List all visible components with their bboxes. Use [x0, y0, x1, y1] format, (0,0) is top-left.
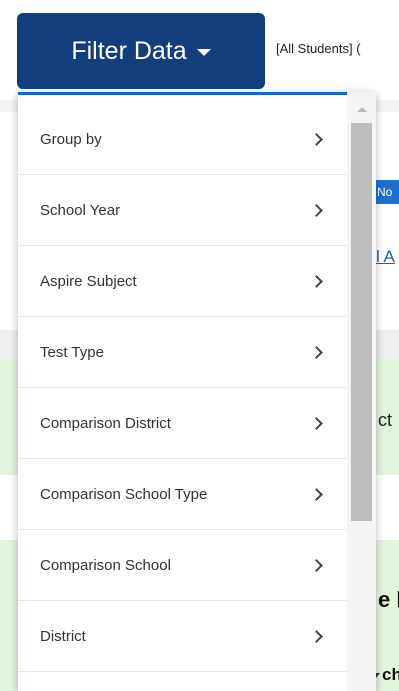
chevron-right-icon: [310, 558, 323, 572]
caret-down-icon: [196, 49, 211, 56]
collapsible-heading-label: ch: [382, 665, 399, 684]
menu-item-comparison-school[interactable]: Comparison School: [18, 530, 347, 601]
menu-item-label: Test Type: [40, 343, 104, 361]
menu-item-label: District: [40, 627, 86, 645]
chevron-right-icon: [310, 203, 323, 217]
menu-item-label: School Year: [40, 201, 121, 219]
filter-menu-list: Group by School Year Aspire Subject Test…: [18, 92, 347, 672]
chevron-right-icon: [310, 345, 323, 359]
menu-item-label: Aspire Subject: [40, 272, 137, 290]
menu-item-label: Comparison School: [40, 556, 171, 574]
menu-item-school-year[interactable]: School Year: [18, 175, 347, 246]
status-badge: No: [374, 180, 399, 204]
chevron-right-icon: [310, 274, 323, 288]
chevron-right-icon: [310, 629, 323, 643]
menu-item-label: Group by: [40, 130, 102, 148]
menu-item-aspire-subject[interactable]: Aspire Subject: [18, 246, 347, 317]
scroll-up-arrow-icon[interactable]: [357, 107, 367, 112]
collapsible-heading[interactable]: ch: [372, 665, 399, 685]
menu-item-label: Comparison School Type: [40, 485, 208, 503]
menu-item-label: Comparison District: [40, 414, 171, 432]
filter-data-button[interactable]: Filter Data: [17, 13, 265, 89]
dropdown-scrollbar[interactable]: [347, 92, 376, 691]
menu-item-test-type[interactable]: Test Type: [18, 317, 347, 388]
chevron-right-icon: [310, 132, 323, 146]
menu-item-group-by[interactable]: Group by: [18, 92, 347, 175]
chevron-right-icon: [310, 416, 323, 430]
chevron-right-icon: [310, 487, 323, 501]
filter-dropdown-menu: Group by School Year Aspire Subject Test…: [18, 92, 376, 691]
menu-item-comparison-school-type[interactable]: Comparison School Type: [18, 459, 347, 530]
section-heading: e l: [378, 587, 399, 612]
filter-data-label: Filter Data: [71, 36, 187, 65]
page-link[interactable]: l A: [376, 247, 395, 267]
scrollbar-thumb[interactable]: [351, 123, 372, 521]
menu-item-district[interactable]: District: [18, 601, 347, 672]
section-text: ct: [378, 410, 393, 430]
filter-summary-text: [All Students] (: [276, 41, 361, 56]
menu-item-comparison-district[interactable]: Comparison District: [18, 388, 347, 459]
